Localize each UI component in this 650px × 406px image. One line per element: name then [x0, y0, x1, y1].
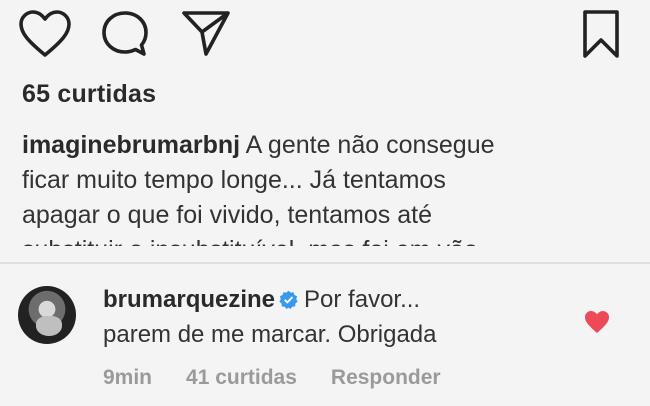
comment-username[interactable]: brumarquezine: [103, 286, 275, 313]
comment-text-line-2: parem de me marcar. Obrigada: [103, 321, 437, 348]
like-button[interactable]: [18, 10, 72, 58]
comment-row: brumarquezine Por favor... parem de me m…: [0, 264, 650, 406]
heart-icon: [19, 10, 71, 57]
share-icon: [182, 11, 230, 56]
comment-icon: [102, 11, 148, 56]
caption-line-2: ficar muito tempo longe... Já tentamos: [22, 166, 446, 194]
bookmark-icon: [583, 10, 619, 58]
comment-like-button[interactable]: [584, 310, 610, 339]
comment-button[interactable]: [100, 10, 150, 58]
comment-text-line-1: Por favor...: [304, 286, 421, 313]
comment-meta: 9min 41 curtidas Responder: [103, 366, 475, 390]
save-button[interactable]: [580, 8, 622, 60]
avatar[interactable]: [18, 286, 76, 344]
share-button[interactable]: [180, 8, 232, 58]
heart-filled-shape: [585, 311, 609, 333]
caption-username[interactable]: imaginebrumarbnj: [22, 131, 240, 159]
comment-time: 9min: [103, 366, 153, 389]
verified-badge-icon: [279, 290, 298, 309]
caption-line-4: substituir o insubstituível, mas foi em …: [22, 233, 622, 246]
post-action-bar: [0, 0, 650, 70]
caption-line-1: imaginebrumarbnj A gente não consegue: [22, 128, 622, 163]
heart-filled-icon: [585, 311, 609, 333]
likes-count[interactable]: 65 curtidas: [22, 80, 156, 109]
caption-text-1: A gente não consegue: [245, 131, 495, 159]
post-caption: imaginebrumarbnj A gente não consegue fi…: [22, 128, 622, 246]
caption-line-3: apagar o que foi vivido, tentamos até: [22, 201, 432, 229]
reply-button[interactable]: Responder: [331, 366, 441, 389]
comment-likes[interactable]: 41 curtidas: [186, 366, 297, 389]
comment-text: brumarquezine Por favor... parem de me m…: [103, 282, 573, 352]
